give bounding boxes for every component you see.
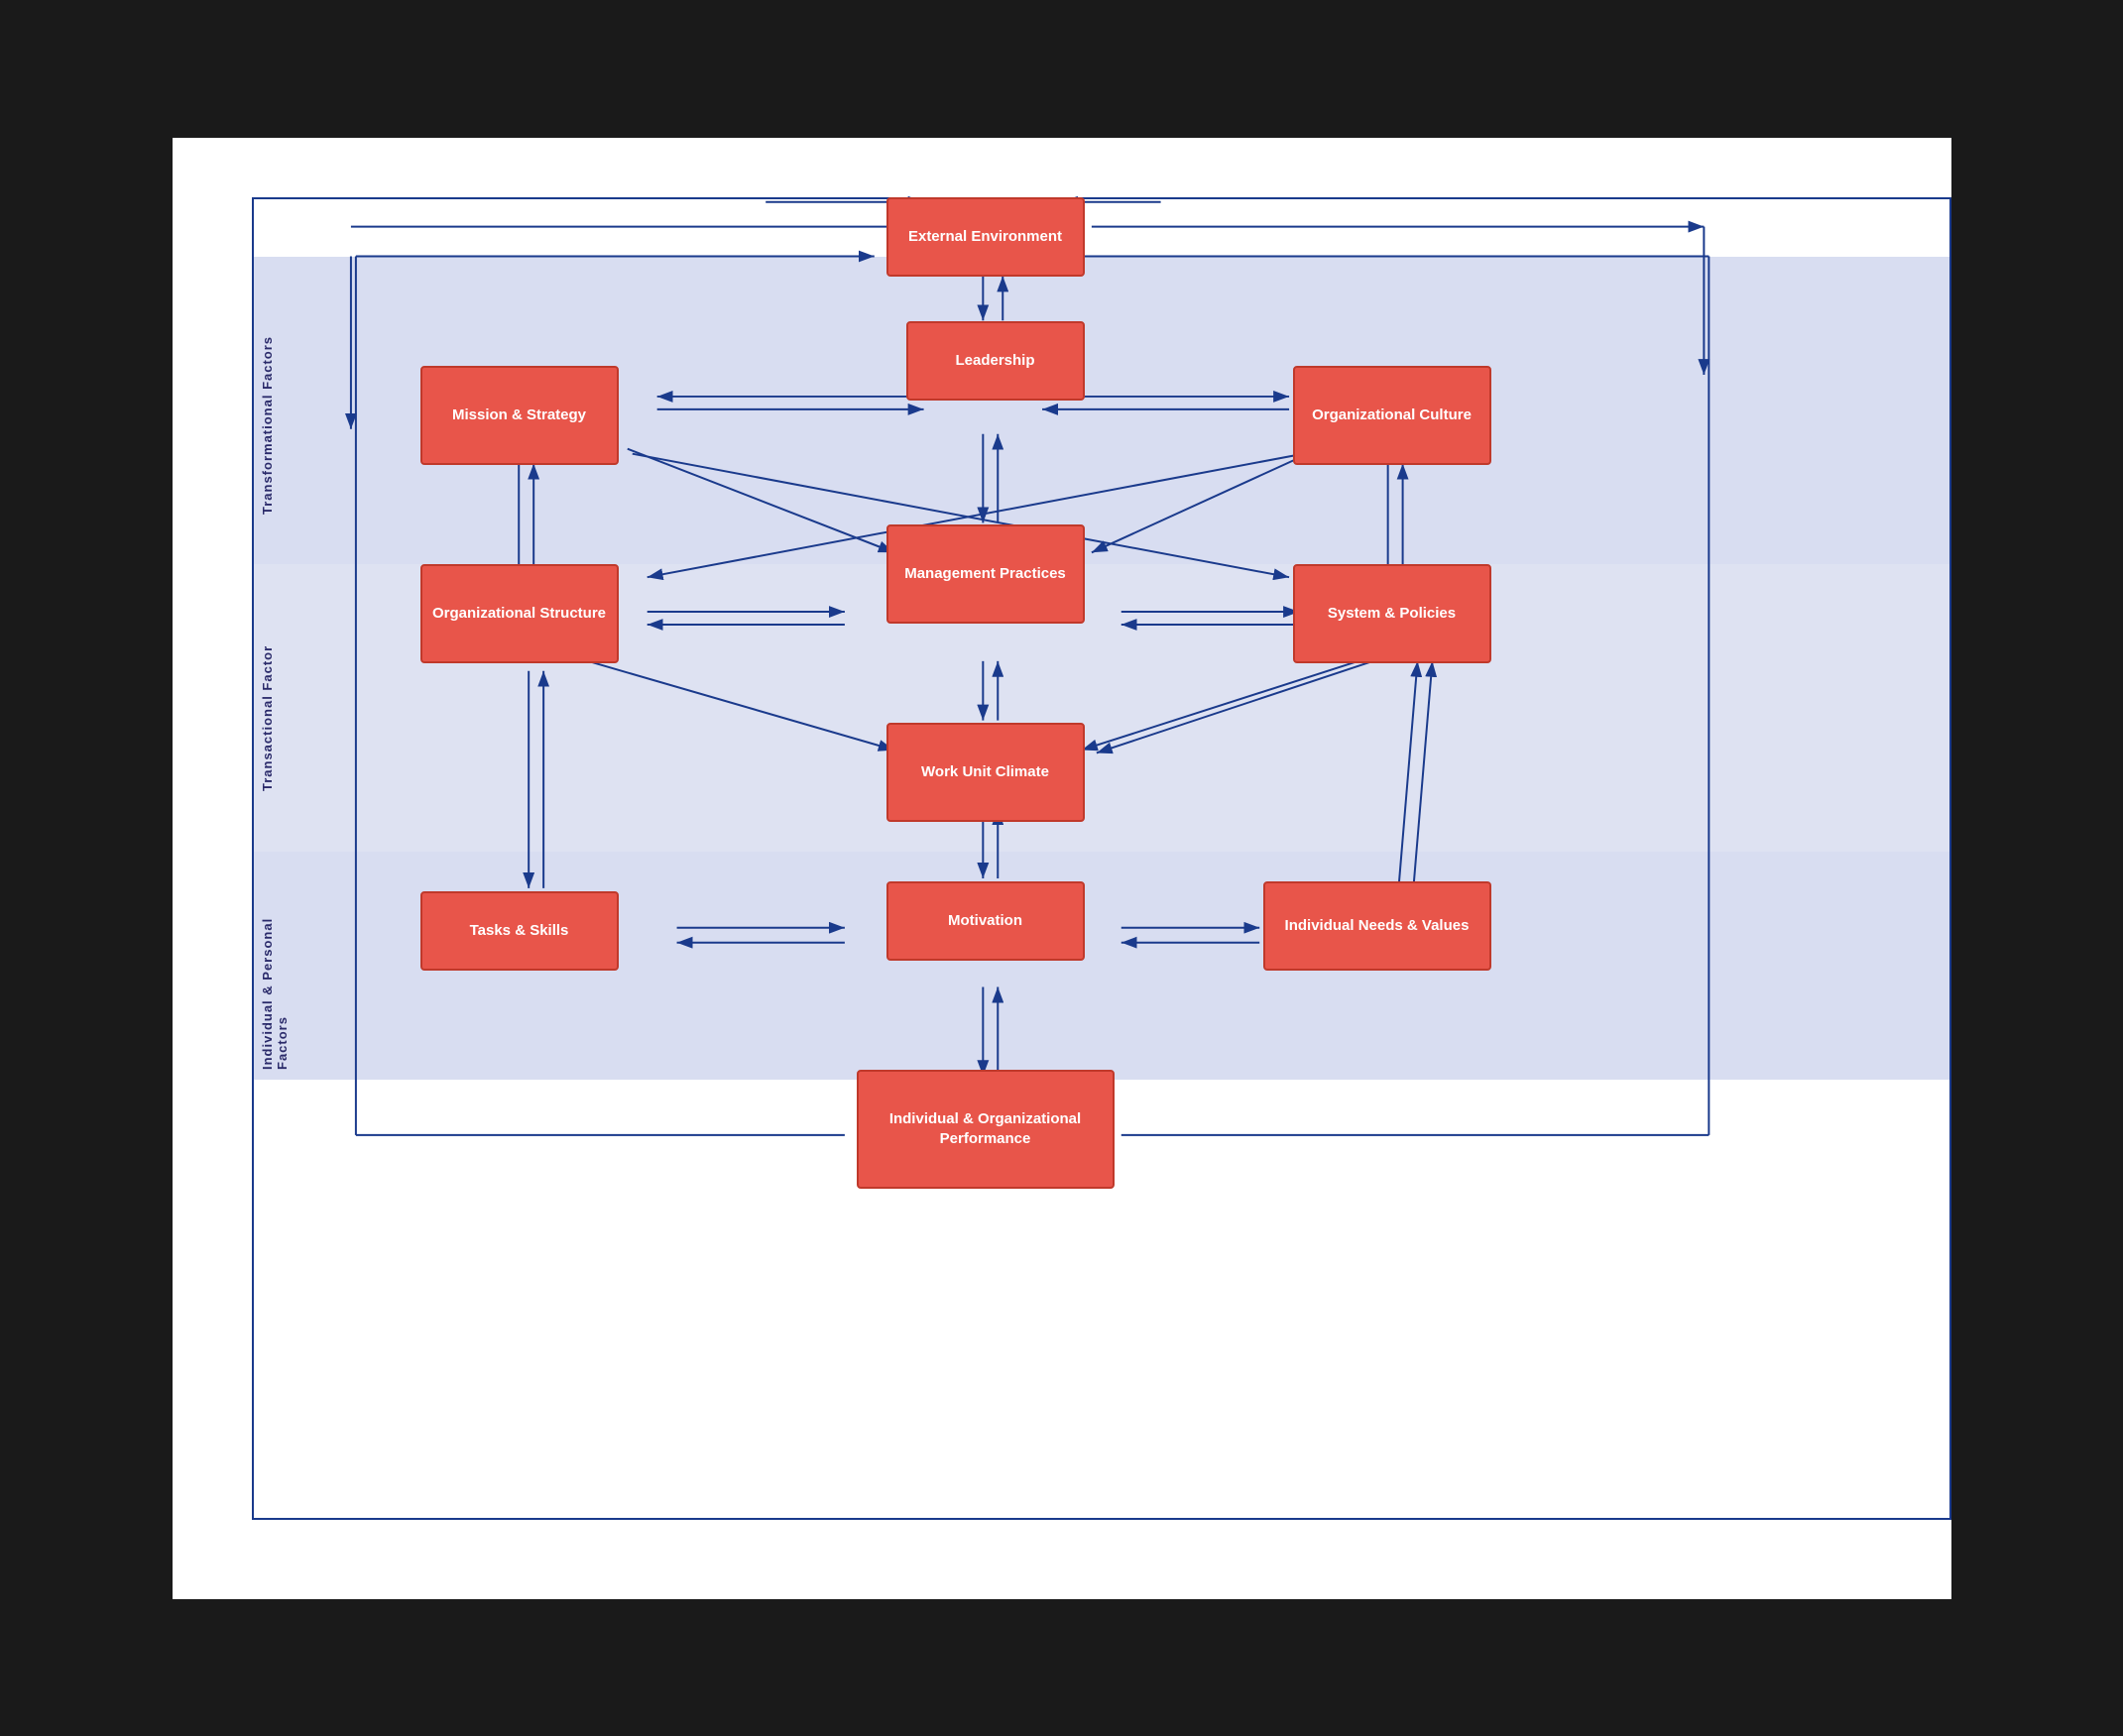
node-individual-needs: Individual Needs & Values: [1263, 881, 1491, 971]
node-tasks-skills: Tasks & Skills: [420, 891, 619, 971]
node-org-structure: Organizational Structure: [420, 564, 619, 663]
node-org-culture: Organizational Culture: [1293, 366, 1491, 465]
node-mgmt-practices: Management Practices: [886, 524, 1085, 624]
node-work-unit: Work Unit Climate: [886, 723, 1085, 822]
node-motivation: Motivation: [886, 881, 1085, 961]
node-external: External Environment: [886, 197, 1085, 277]
node-performance: Individual & Organizational Performance: [857, 1070, 1115, 1189]
node-systems: System & Policies: [1293, 564, 1491, 663]
canvas: Transformational Factors Transactional F…: [170, 135, 1954, 1602]
node-leadership: Leadership: [906, 321, 1085, 401]
node-mission: Mission & Strategy: [420, 366, 619, 465]
